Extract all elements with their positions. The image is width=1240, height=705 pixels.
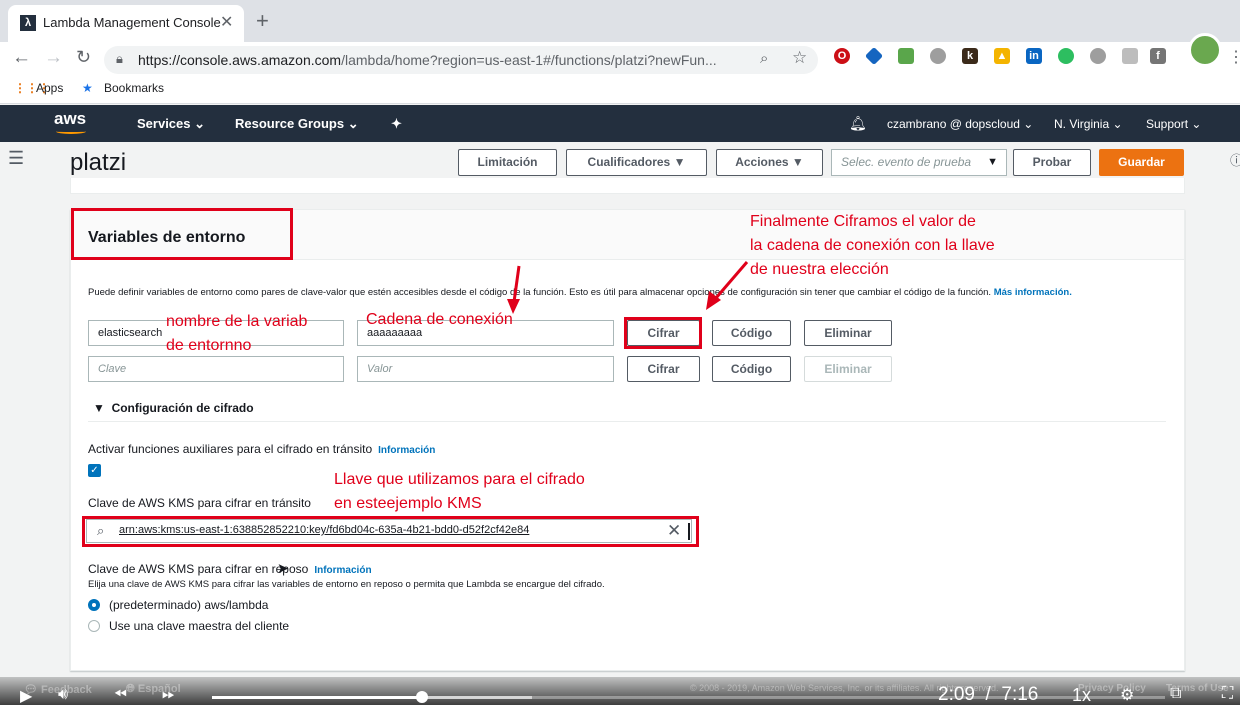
settings-gear-icon[interactable]: ⚙: [1120, 685, 1134, 705]
video-scrubber-handle[interactable]: [415, 691, 428, 703]
fast-forward-icon[interactable]: ⏩︎: [162, 686, 175, 704]
current-time: 2:09: [938, 684, 975, 705]
volume-icon[interactable]: 🔊︎: [58, 686, 68, 704]
fullscreen-icon[interactable]: ⛶: [1222, 685, 1233, 703]
speed-button[interactable]: 1x: [1072, 685, 1091, 705]
annotation-arrows: [507, 261, 749, 314]
duration: 7:16: [1001, 684, 1039, 705]
time-display: 2:09 / 7:16: [938, 684, 1038, 705]
video-controls: 💬︎ Feedback 🌐︎ Español © 2008 - 2019, Am…: [0, 677, 1240, 705]
play-icon[interactable]: ▶: [20, 686, 32, 705]
time-separator: /: [985, 684, 991, 705]
picture-in-picture-icon[interactable]: ⧉: [1170, 685, 1181, 703]
rewind-icon[interactable]: ⏪︎: [114, 686, 127, 704]
video-played-bar: [212, 696, 422, 699]
